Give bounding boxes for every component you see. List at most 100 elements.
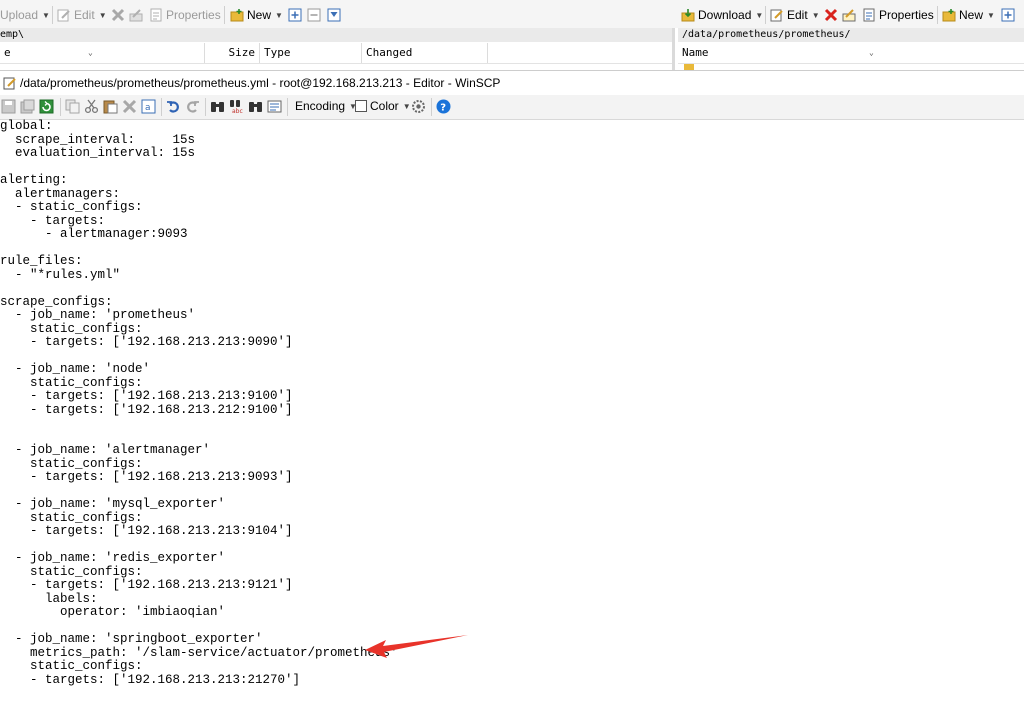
help-icon[interactable]: ? — [436, 99, 451, 114]
column-label: Size — [228, 46, 256, 59]
select-all-button[interactable] — [288, 6, 302, 24]
download-button[interactable]: Download ▼ — [681, 6, 763, 24]
left-panel-path[interactable]: emp\ — [0, 28, 672, 42]
cut-icon[interactable] — [84, 99, 99, 114]
undo-icon[interactable] — [166, 99, 181, 114]
column-header-changed[interactable]: Changed — [362, 43, 488, 63]
toolbar-separator — [161, 98, 162, 116]
edit-button-left[interactable]: Edit ▼ — [57, 6, 107, 24]
upload-button[interactable]: Upload ▼ — [0, 6, 50, 24]
plus-box-icon — [1001, 8, 1015, 22]
new-button-right[interactable]: New ▼ — [942, 6, 995, 24]
delete-button-right[interactable] — [824, 6, 838, 24]
column-label: e — [4, 46, 11, 59]
filter-button[interactable] — [327, 6, 341, 24]
replace-icon[interactable]: abc — [229, 99, 244, 115]
select-all-icon[interactable]: a — [141, 99, 156, 114]
properties-button-left[interactable]: Properties — [149, 6, 221, 24]
edit-icon — [770, 8, 784, 22]
chevron-down-icon: ▼ — [402, 101, 411, 111]
select-all-button-right[interactable] — [1001, 6, 1015, 24]
svg-text:abc: abc — [232, 108, 243, 114]
column-header-name[interactable]: e ⌄ — [0, 43, 205, 63]
rename-button-left[interactable] — [129, 6, 143, 24]
column-header-size[interactable]: Size — [205, 43, 260, 63]
encoding-dropdown[interactable]: Encoding ▼ — [295, 99, 357, 113]
delete-button-left[interactable] — [111, 6, 125, 24]
chevron-down-icon: ▼ — [98, 10, 107, 20]
edit-label: Edit — [74, 8, 95, 22]
toolbar-separator — [937, 6, 938, 24]
editor-title: /data/prometheus/prometheus/prometheus.y… — [20, 76, 501, 90]
svg-text:a: a — [145, 103, 151, 113]
minus-box-icon — [307, 8, 321, 22]
right-panel-header: Name ⌄ — [678, 43, 1024, 64]
edit-button-right[interactable]: Edit ▼ — [770, 6, 820, 24]
rename-icon — [842, 8, 856, 22]
paste-icon[interactable] — [103, 99, 118, 114]
column-label: Changed — [366, 46, 413, 59]
preferences-gear-icon[interactable] — [411, 99, 426, 114]
chevron-down-icon: ▼ — [811, 10, 820, 20]
annotation-arrow — [360, 630, 475, 663]
unselect-all-button[interactable] — [307, 6, 321, 24]
color-dropdown[interactable]: Color ▼ — [355, 99, 411, 113]
properties-icon — [862, 8, 876, 22]
delete-icon[interactable] — [122, 99, 137, 114]
properties-button-right[interactable]: Properties — [862, 6, 934, 24]
goto-line-icon[interactable] — [267, 99, 282, 114]
editor-app-icon — [3, 76, 17, 90]
save-icon[interactable] — [1, 99, 16, 114]
column-header-type[interactable]: Type — [260, 43, 362, 63]
toolbar-separator — [60, 98, 61, 116]
copy-icon[interactable] — [65, 99, 80, 114]
editor-title-bar[interactable]: /data/prometheus/prometheus/prometheus.y… — [0, 70, 1024, 95]
encoding-label: Encoding — [295, 99, 346, 113]
edit-label: Edit — [787, 8, 808, 22]
new-label: New — [247, 8, 272, 22]
color-swatch — [355, 100, 367, 112]
download-icon — [681, 8, 695, 22]
filter-icon — [327, 8, 341, 22]
chevron-down-icon: ▼ — [987, 10, 995, 20]
toolbar-separator — [287, 98, 288, 116]
new-folder-icon — [942, 8, 956, 22]
right-panel-path[interactable]: /data/prometheus/prometheus/ — [678, 28, 1024, 42]
chevron-down-icon: ▼ — [42, 10, 50, 20]
toolbar-separator — [431, 98, 432, 116]
redo-icon[interactable] — [185, 99, 200, 114]
new-button-left[interactable]: New ▼ — [230, 6, 283, 24]
annotation-arrow-graphic — [365, 635, 468, 658]
svg-text:?: ? — [440, 103, 446, 114]
find-icon[interactable] — [210, 99, 225, 114]
editor-toolbar: a abc Encoding ▼ Color ▼ ? — [0, 95, 1024, 120]
color-label: Color — [370, 99, 399, 113]
file-content[interactable]: global: scrape_interval: 15s evaluation_… — [0, 119, 398, 687]
left-panel-header: e ⌄ Size Type Changed — [0, 43, 672, 64]
download-label: Download — [698, 8, 752, 22]
panel-splitter[interactable] — [672, 28, 675, 70]
column-label: Type — [264, 46, 291, 59]
new-label: New — [959, 8, 984, 22]
editor-text-area[interactable]: global: scrape_interval: 15s evaluation_… — [0, 119, 1024, 716]
plus-box-icon — [288, 8, 302, 22]
chevron-down-icon: ⌄ — [88, 48, 93, 57]
new-folder-icon — [230, 8, 244, 22]
find-next-icon[interactable] — [248, 99, 263, 114]
toolbar-separator — [765, 6, 766, 24]
chevron-down-icon: ▼ — [755, 10, 764, 20]
column-header-name[interactable]: Name ⌄ — [678, 43, 1024, 63]
main-toolbar: Upload ▼ Edit ▼ Properties New ▼ Downloa… — [0, 0, 1024, 28]
rename-icon — [129, 8, 143, 22]
delete-icon — [111, 8, 125, 22]
column-label: Name — [682, 46, 709, 59]
reload-icon[interactable] — [39, 99, 54, 114]
properties-label: Properties — [879, 8, 934, 22]
rename-button-right[interactable] — [842, 6, 856, 24]
properties-label: Properties — [166, 8, 221, 22]
save-copy-icon[interactable] — [20, 99, 35, 114]
upload-label: Upload — [0, 8, 39, 22]
chevron-down-icon: ▼ — [275, 10, 283, 20]
chevron-down-icon: ⌄ — [869, 48, 874, 57]
properties-icon — [149, 8, 163, 22]
